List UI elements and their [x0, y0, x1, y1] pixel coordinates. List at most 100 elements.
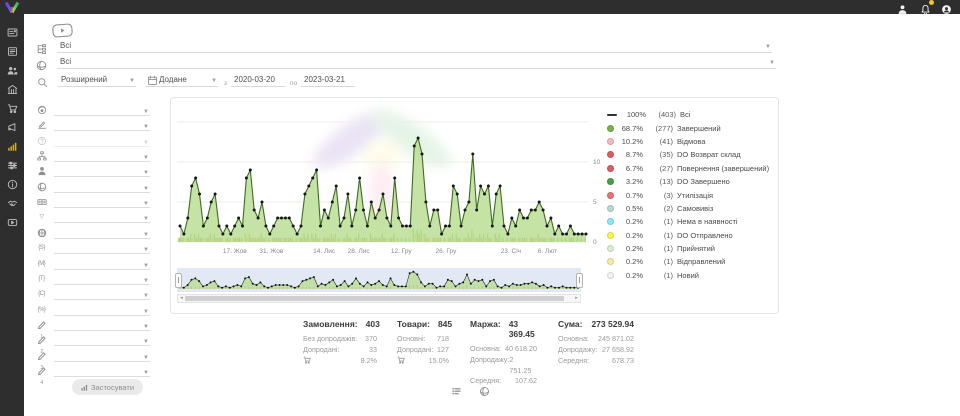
- sidebar-item-sliders[interactable]: [0, 157, 24, 176]
- filter-select[interactable]: ▼: [54, 103, 150, 116]
- scrollbar-thumb[interactable]: [185, 296, 564, 301]
- filter-select[interactable]: ▼: [54, 210, 150, 223]
- legend-item[interactable]: 6.7%(27)Повернення (завершений): [607, 162, 773, 175]
- filter-select[interactable]: ▼: [54, 164, 150, 177]
- filter-select[interactable]: ▼: [54, 257, 150, 270]
- legend-label: Утилізація: [677, 191, 713, 200]
- search-mode-select[interactable]: Розширений ▼: [58, 75, 136, 87]
- braces-c-icon: {C}: [36, 289, 47, 300]
- stat-value: 273 529.94: [591, 319, 634, 329]
- date-from-input[interactable]: 2020-03-20: [231, 75, 285, 87]
- legend-item[interactable]: 0.2%(1)Прийнятий: [607, 242, 773, 255]
- package-view-icon[interactable]: [479, 384, 490, 395]
- filter-select[interactable]: ▼: [54, 195, 150, 208]
- search-icon[interactable]: [37, 77, 48, 88]
- sidebar-item-users[interactable]: [0, 62, 24, 81]
- legend-item[interactable]: 0.7%(3)Утилізація: [607, 188, 773, 201]
- avatar-icon[interactable]: [941, 2, 952, 13]
- filter-row-pen: 1▼: [36, 318, 150, 331]
- filter-select[interactable]: ▼: [54, 149, 150, 162]
- legend-count: (1): [647, 244, 673, 253]
- legend-label: Нема в наявності: [677, 217, 738, 226]
- legend-swatch: [607, 192, 614, 199]
- sidebar-item-megaphone[interactable]: [0, 119, 24, 138]
- sidebar-item-analytics[interactable]: [0, 138, 24, 157]
- filter-select[interactable]: ▼: [54, 226, 150, 239]
- bell-icon[interactable]: [920, 2, 931, 13]
- legend-label: Прийнятий: [677, 244, 715, 253]
- chart-scrollbar[interactable]: ◂ ▸: [177, 294, 581, 303]
- banknote-icon: [36, 197, 47, 208]
- legend-label: DO Завершено: [677, 177, 730, 186]
- scroll-left-arrow[interactable]: ◂: [178, 295, 185, 302]
- legend-item[interactable]: 0.5%(2)Самовивіз: [607, 202, 773, 215]
- mini-chart-icon: [81, 384, 88, 391]
- scroll-right-arrow[interactable]: ▸: [573, 295, 580, 302]
- list-view-icon[interactable]: [451, 384, 462, 395]
- sidebar: [0, 0, 24, 416]
- sidebar-item-orders-list[interactable]: [0, 43, 24, 62]
- pen-icon: 1: [36, 320, 47, 331]
- stat-column-маржа: Маржа:43 369.45Основна:40 618.20Допродаж…: [470, 319, 537, 387]
- sidebar-item-warehouse[interactable]: [0, 81, 24, 100]
- filter-select[interactable]: ▼: [54, 272, 150, 285]
- legend-item[interactable]: 8.7%(35)DO Возврат склад: [607, 148, 773, 161]
- filter-select[interactable]: ▼: [54, 287, 150, 300]
- legend-percent: 10.2%: [618, 137, 643, 146]
- stat-title: Товари:: [397, 319, 430, 329]
- filter-row-pen: 2▼: [36, 333, 150, 346]
- dashboard-icon: [7, 25, 18, 43]
- legend-label: Новий: [677, 271, 699, 280]
- stat-column-товари: Товари:845Основні:718Допродані:12715.0%: [397, 319, 449, 367]
- cart-small-icon: [303, 356, 311, 364]
- filter-select[interactable]: ▼: [54, 333, 150, 346]
- chevron-down-icon: ▼: [143, 278, 150, 284]
- chevron-down-icon: ▼: [143, 263, 150, 269]
- product-select[interactable]: Всі ▼: [57, 57, 776, 69]
- filter-select[interactable]: ▼: [54, 303, 150, 316]
- legend-percent: 8.7%: [618, 150, 643, 159]
- legend-count: (2): [647, 204, 673, 213]
- video-tutorial-icon[interactable]: [52, 22, 74, 38]
- legend-item[interactable]: 10.2%(41)Відмова: [607, 135, 773, 148]
- date-to-label: по: [290, 80, 297, 87]
- sidebar-item-cart[interactable]: [0, 100, 24, 119]
- stat-row-value: 2 751.25: [509, 355, 537, 377]
- apply-button[interactable]: Застосувати: [72, 379, 143, 395]
- sidebar-item-video[interactable]: [0, 214, 24, 233]
- legend-label: DO Отправлено: [677, 231, 733, 240]
- filter-select[interactable]: ▼: [54, 318, 150, 331]
- category-select[interactable]: Всі ▼: [57, 41, 772, 53]
- warehouse-icon: [7, 82, 18, 100]
- product-select-value: Всі: [57, 57, 769, 66]
- legend-item[interactable]: 68.7%(277)Завершений: [607, 121, 773, 134]
- legend-item[interactable]: 100%(403)Всі: [607, 108, 773, 121]
- filter-select[interactable]: ▼: [54, 349, 150, 362]
- filter-select[interactable]: ▼: [54, 180, 150, 193]
- legend-count: (1): [647, 231, 673, 240]
- filter-select[interactable]: ▼: [54, 118, 150, 131]
- date-to-input[interactable]: 2023-03-21: [301, 75, 355, 87]
- date-field-select[interactable]: Додане ▼: [146, 75, 218, 87]
- legend-item[interactable]: 0.2%(1)Відправлений: [607, 255, 773, 268]
- sidebar-item-info[interactable]: [0, 176, 24, 195]
- chart-navigator[interactable]: [177, 268, 581, 292]
- navigator-right-handle[interactable]: [576, 273, 583, 288]
- legend-swatch: [607, 218, 614, 225]
- braces-m-icon: {M}: [36, 259, 47, 270]
- legend-item[interactable]: 0.2%(1)DO Отправлено: [607, 229, 773, 242]
- user-icon[interactable]: [897, 2, 908, 13]
- legend-item[interactable]: 0.2%(1)Нема в наявності: [607, 215, 773, 228]
- filter-select[interactable]: ▼: [54, 241, 150, 254]
- sidebar-item-dashboard[interactable]: [0, 24, 24, 43]
- main-chart[interactable]: 17. Жов31. Жов14. Лис28. Лис12. Гру26. Г…: [177, 104, 589, 256]
- navigator-left-handle[interactable]: [175, 273, 182, 288]
- filter-select[interactable]: ▼: [54, 134, 150, 147]
- filter-select[interactable]: ▼: [54, 364, 150, 377]
- sidebar-item-partners[interactable]: [0, 195, 24, 214]
- filter-row-globe: ▼: [36, 226, 150, 239]
- app-logo[interactable]: [2, 1, 22, 14]
- legend-item[interactable]: 3.2%(13)DO Завершено: [607, 175, 773, 188]
- filter-row-braces-t: {T}▼: [36, 272, 150, 285]
- legend-item[interactable]: 0.2%(1)Новий: [607, 269, 773, 282]
